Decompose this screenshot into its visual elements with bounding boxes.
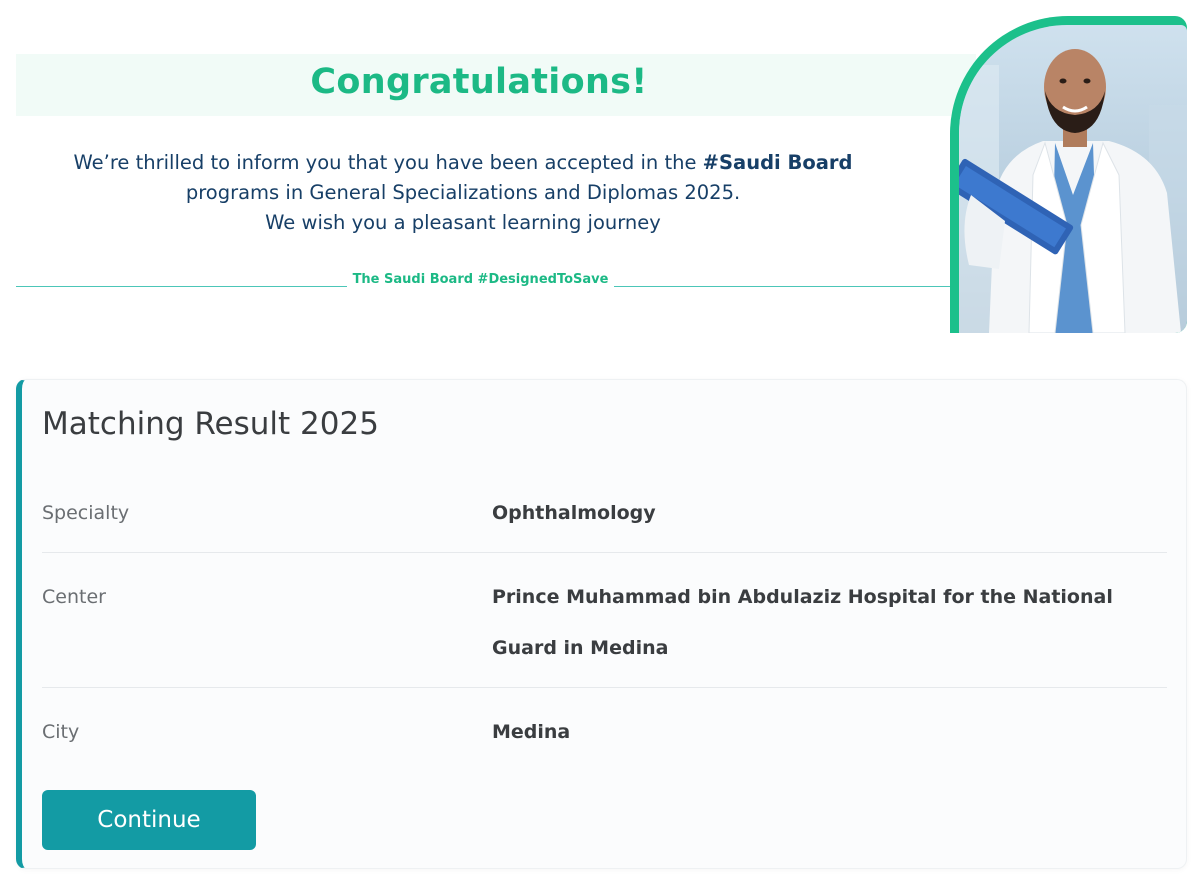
message-line-1: We’re thrilled to inform you that you ha… <box>16 148 910 178</box>
congratulations-banner: Congratulations! We’re thrilled to infor… <box>0 0 1200 345</box>
specialty-label: Specialty <box>42 502 130 524</box>
row-divider <box>42 687 1167 688</box>
tagline-divider-right <box>614 286 952 287</box>
specialty-value: Ophthalmology <box>492 502 656 524</box>
doctor-illustration <box>959 49 1187 333</box>
acceptance-message: We’re thrilled to inform you that you ha… <box>16 148 910 238</box>
city-value: Medina <box>492 721 571 743</box>
doctor-photo-image <box>959 25 1187 333</box>
city-label: City <box>42 721 80 743</box>
center-row: Center Prince Muhammad bin Abdulaziz Hos… <box>42 572 1167 682</box>
specialty-row: Specialty Ophthalmology <box>42 488 1167 548</box>
center-label: Center <box>42 586 106 608</box>
tagline: The Saudi Board #DesignedToSave <box>352 272 609 287</box>
message-line-3: We wish you a pleasant learning journey <box>265 211 661 234</box>
matching-result-title: Matching Result 2025 <box>42 406 379 442</box>
tagline-divider-left <box>16 286 347 287</box>
message-line-2: programs in General Specializations and … <box>185 181 741 204</box>
matching-result-card: Matching Result 2025 Specialty Ophthalmo… <box>16 379 1187 869</box>
continue-button[interactable]: Continue <box>42 790 256 850</box>
tagline-row: The Saudi Board #DesignedToSave <box>16 272 952 292</box>
saudi-board-hashtag: #Saudi Board <box>702 151 853 174</box>
congratulations-heading: Congratulations! <box>310 62 648 102</box>
doctor-photo <box>950 16 1187 333</box>
message-line-1-text: We’re thrilled to inform you that you ha… <box>73 151 703 174</box>
center-value: Prince Muhammad bin Abdulaziz Hospital f… <box>492 586 1113 659</box>
city-row: City Medina <box>42 707 1167 767</box>
row-divider <box>42 552 1167 553</box>
